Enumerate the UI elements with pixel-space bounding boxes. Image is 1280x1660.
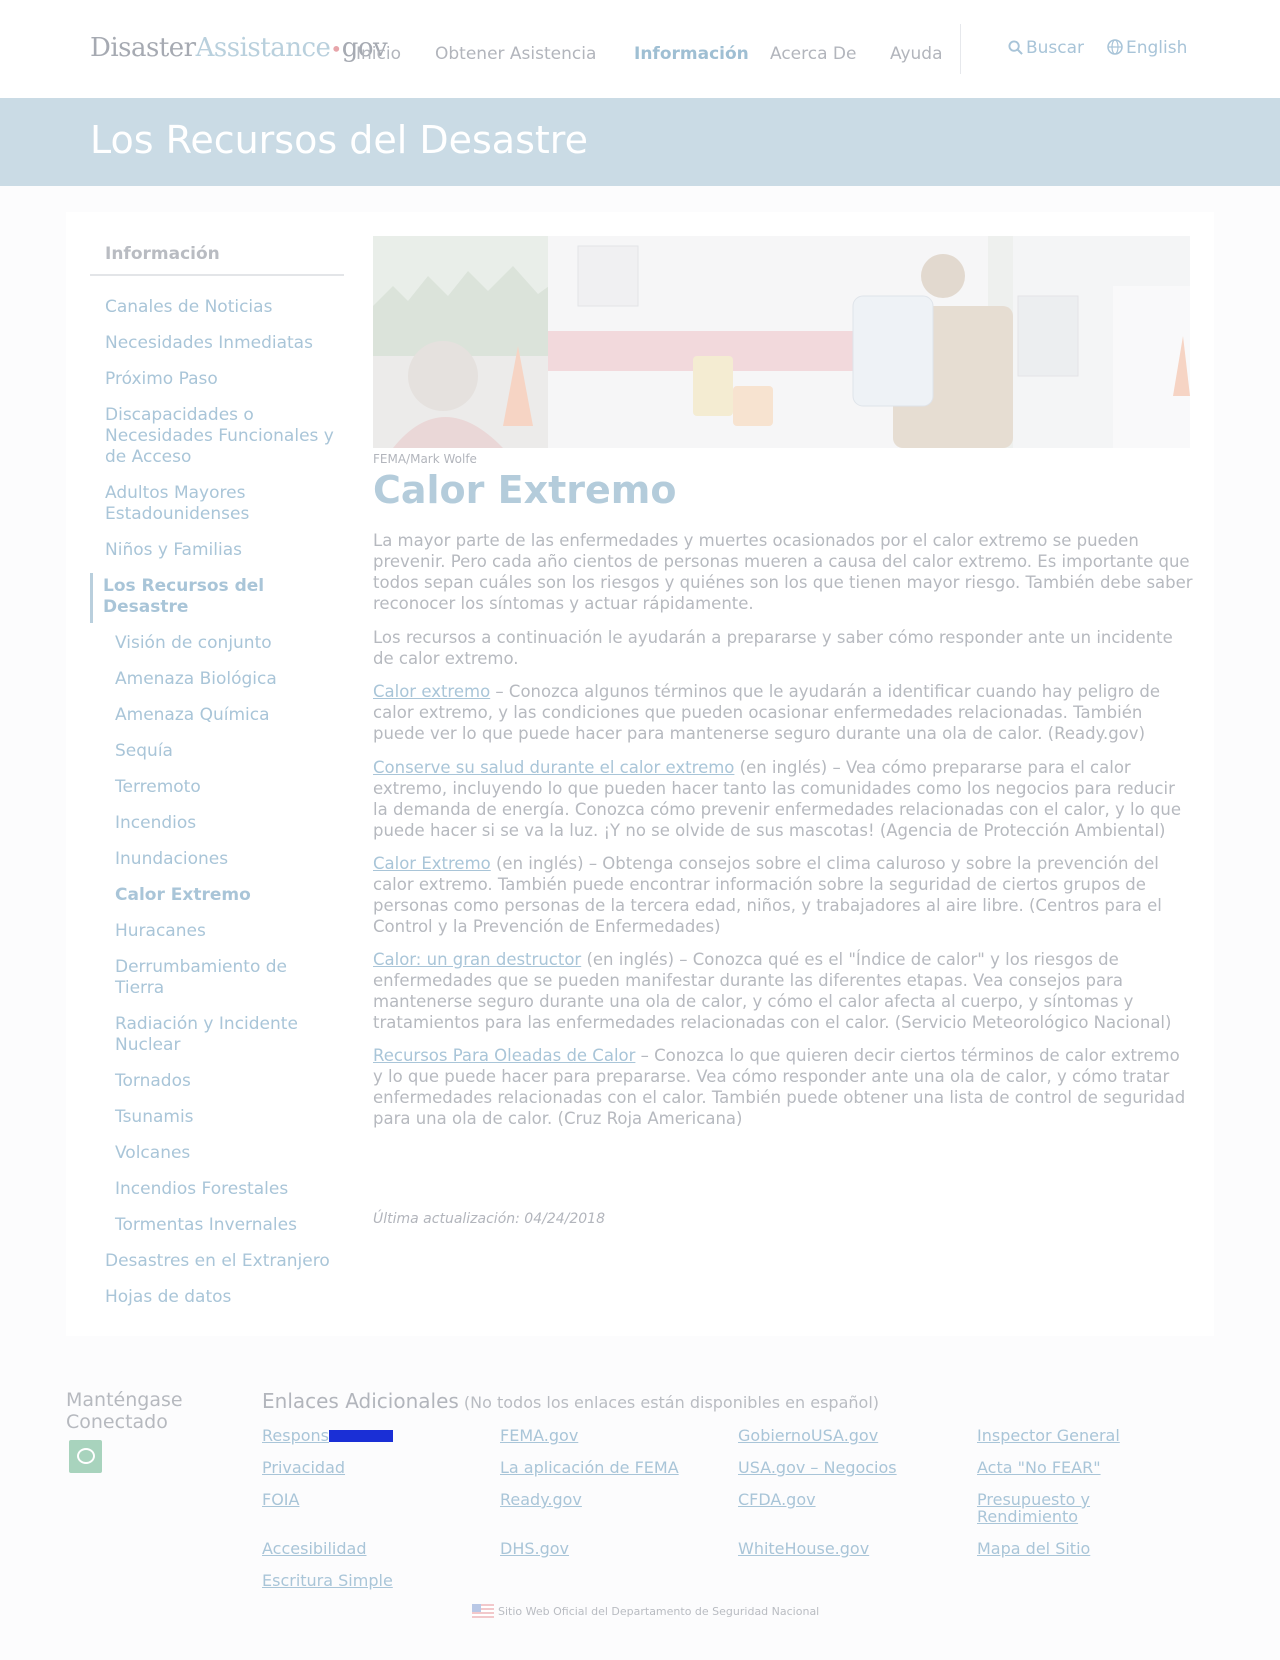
footer-link-cfda[interactable]: CFDA.gov [738, 1491, 938, 1508]
footer-link-gobiernousa[interactable]: GobiernoUSA.gov [738, 1427, 938, 1444]
sidebar-heading: Información [105, 244, 220, 264]
footer-link-ready[interactable]: Ready.gov [500, 1491, 700, 1508]
hero-photo-caption: FEMA/Mark Wolfe [373, 452, 477, 466]
sidebar-subitem-incendios-forestales[interactable]: Incendios Forestales [115, 1179, 337, 1200]
official-site-text: Sitio Web Oficial del Departamento de Se… [498, 1605, 820, 1618]
nav-ayuda[interactable]: Ayuda [890, 44, 943, 64]
nav-divider [960, 24, 961, 74]
sidebar-subitem-tormentas-invernales[interactable]: Tormentas Invernales [115, 1215, 337, 1236]
footer-link-presupuesto[interactable]: Presupuesto y Rendimiento [977, 1491, 1107, 1525]
sidebar-divider [90, 274, 344, 276]
language-toggle[interactable]: English [1107, 38, 1187, 58]
footer-links-heading: Enlaces Adicionales (No todos los enlace… [262, 1389, 879, 1413]
logo-dot: • [330, 37, 342, 61]
sidebar-subitem-inundaciones[interactable]: Inundaciones [115, 849, 337, 870]
sidebar-item-canales[interactable]: Canales de Noticias [105, 297, 337, 318]
hero-photo-illustration [373, 236, 1190, 448]
sidebar-subitem-terremoto[interactable]: Terremoto [115, 777, 337, 798]
site-header: DisasterAssistance•gov Inicio Obtener As… [0, 0, 1280, 98]
sidebar-subitem-sequia[interactable]: Sequía [115, 741, 337, 762]
article-intro-2: Los recursos a continuación le ayudarán … [373, 628, 1173, 668]
nav-obtener-asistencia[interactable]: Obtener Asistencia [435, 44, 596, 64]
sidebar-subitem-volcanes[interactable]: Volcanes [115, 1143, 337, 1164]
footer-links-note: (No todos los enlaces están disponibles … [458, 1393, 879, 1412]
nav-acerca-de[interactable]: Acerca De [770, 44, 856, 64]
sidebar-subitem-calor-extremo[interactable]: Calor Extremo [115, 885, 337, 906]
sidebar-item-hojas-datos[interactable]: Hojas de datos [105, 1287, 337, 1308]
sidebar-subitem-derrumbamiento[interactable]: Derrumbamiento de Tierra [115, 957, 337, 999]
article-intro: La mayor parte de las enfermedades y mue… [373, 531, 1193, 613]
official-site-notice: Sitio Web Oficial del Departamento de Se… [472, 1604, 819, 1618]
resource-link[interactable]: Recursos Para Oleadas de Calor [373, 1046, 635, 1065]
search-icon [1008, 40, 1023, 55]
resource-item: Calor extremo – Conozca algunos términos… [373, 681, 1193, 744]
footer-link-dhs[interactable]: DHS.gov [500, 1540, 700, 1557]
footer-link-accesibilidad[interactable]: Accesibilidad [262, 1540, 462, 1557]
footer-link-label: Respons [262, 1426, 329, 1445]
site-logo[interactable]: DisasterAssistance•gov [90, 33, 388, 63]
sidebar-item-ninos-familias[interactable]: Niños y Familias [105, 540, 337, 561]
sidebar-subitem-tsunamis[interactable]: Tsunamis [115, 1107, 337, 1128]
sidebar-active-indicator [90, 573, 93, 623]
sidebar-subitem-quimica[interactable]: Amenaza Química [115, 705, 337, 726]
sidebar-subitem-vision[interactable]: Visión de conjunto [115, 633, 337, 654]
footer-link-inspector-general[interactable]: Inspector General [977, 1427, 1177, 1444]
hero-photo [373, 236, 1190, 448]
footer-links-title: Enlaces Adicionales [262, 1389, 459, 1413]
sidebar-item-discapacidades[interactable]: Discapacidades o Necesidades Funcionales… [105, 405, 337, 468]
sidebar-item-necesidades[interactable]: Necesidades Inmediatas [105, 333, 337, 354]
sidebar-subitem-incendios[interactable]: Incendios [115, 813, 337, 834]
sidebar-item-adultos-mayores[interactable]: Adultos Mayores Estadounidenses [105, 483, 337, 525]
resource-link[interactable]: Calor extremo [373, 682, 490, 701]
footer-link-highlight [329, 1430, 393, 1442]
resource-item: Conserve su salud durante el calor extre… [373, 757, 1193, 841]
footer-link-foia[interactable]: FOIA [262, 1491, 462, 1508]
footer-link-escritura-simple[interactable]: Escritura Simple [262, 1572, 462, 1589]
logo-text-disaster: Disaster [90, 33, 196, 63]
sidebar-subitem-biologica[interactable]: Amenaza Biológica [115, 669, 337, 690]
resource-description: – Conozca algunos términos que le ayudar… [373, 682, 1161, 743]
nav-inicio[interactable]: Inicio [356, 44, 401, 64]
footer-link-responsabilidad[interactable]: Respons [262, 1427, 462, 1444]
logo-text-assistance: Assistance [195, 33, 331, 63]
resource-link[interactable]: Calor Extremo [373, 854, 491, 873]
footer-link-privacidad[interactable]: Privacidad [262, 1459, 462, 1476]
footer-link-fema[interactable]: FEMA.gov [500, 1427, 700, 1444]
search-label: Buscar [1026, 38, 1085, 58]
search-button[interactable]: Buscar [1008, 38, 1084, 58]
sidebar-subitem-tornados[interactable]: Tornados [115, 1071, 337, 1092]
resource-item: Recursos Para Oleadas de Calor – Conozca… [373, 1045, 1193, 1129]
globe-icon [1107, 39, 1123, 55]
sidebar-item-recursos[interactable]: Los Recursos del Desastre [103, 576, 335, 618]
sidebar-item-desastres-extranjero[interactable]: Desastres en el Extranjero [105, 1251, 337, 1272]
social-icon[interactable] [69, 1440, 102, 1473]
language-label: English [1126, 38, 1188, 58]
footer-link-mapa-sitio[interactable]: Mapa del Sitio [977, 1540, 1177, 1557]
footer-link-fema-app[interactable]: La aplicación de FEMA [500, 1459, 700, 1476]
resource-link[interactable]: Calor: un gran destructor [373, 950, 581, 969]
resource-item: Calor: un gran destructor (en inglés) – … [373, 949, 1193, 1033]
last-updated: Última actualización: 04/24/2018 [373, 1211, 605, 1227]
footer-link-no-fear[interactable]: Acta "No FEAR" [977, 1459, 1177, 1476]
page-banner: Los Recursos del Desastre [0, 98, 1280, 186]
resource-item: Calor Extremo (en inglés) – Obtenga cons… [373, 853, 1193, 937]
nav-informacion[interactable]: Información [634, 44, 749, 64]
us-flag-icon [472, 1604, 494, 1618]
sidebar-subitem-radiacion[interactable]: Radiación y Incidente Nuclear [115, 1014, 337, 1056]
footer-link-usagov-negocios[interactable]: USA.gov – Negocios [738, 1459, 938, 1476]
sidebar-item-proximo-paso[interactable]: Próximo Paso [105, 369, 337, 390]
footer-connect-heading: Manténgase Conectado [66, 1389, 183, 1433]
article-title: Calor Extremo [373, 468, 677, 512]
resource-description: (en inglés) – Obtenga consejos sobre el … [373, 854, 1162, 936]
footer-link-whitehouse[interactable]: WhiteHouse.gov [738, 1540, 938, 1557]
resource-link[interactable]: Conserve su salud durante el calor extre… [373, 758, 734, 777]
sidebar-subitem-huracanes[interactable]: Huracanes [115, 921, 337, 942]
banner-title: Los Recursos del Desastre [90, 118, 588, 162]
